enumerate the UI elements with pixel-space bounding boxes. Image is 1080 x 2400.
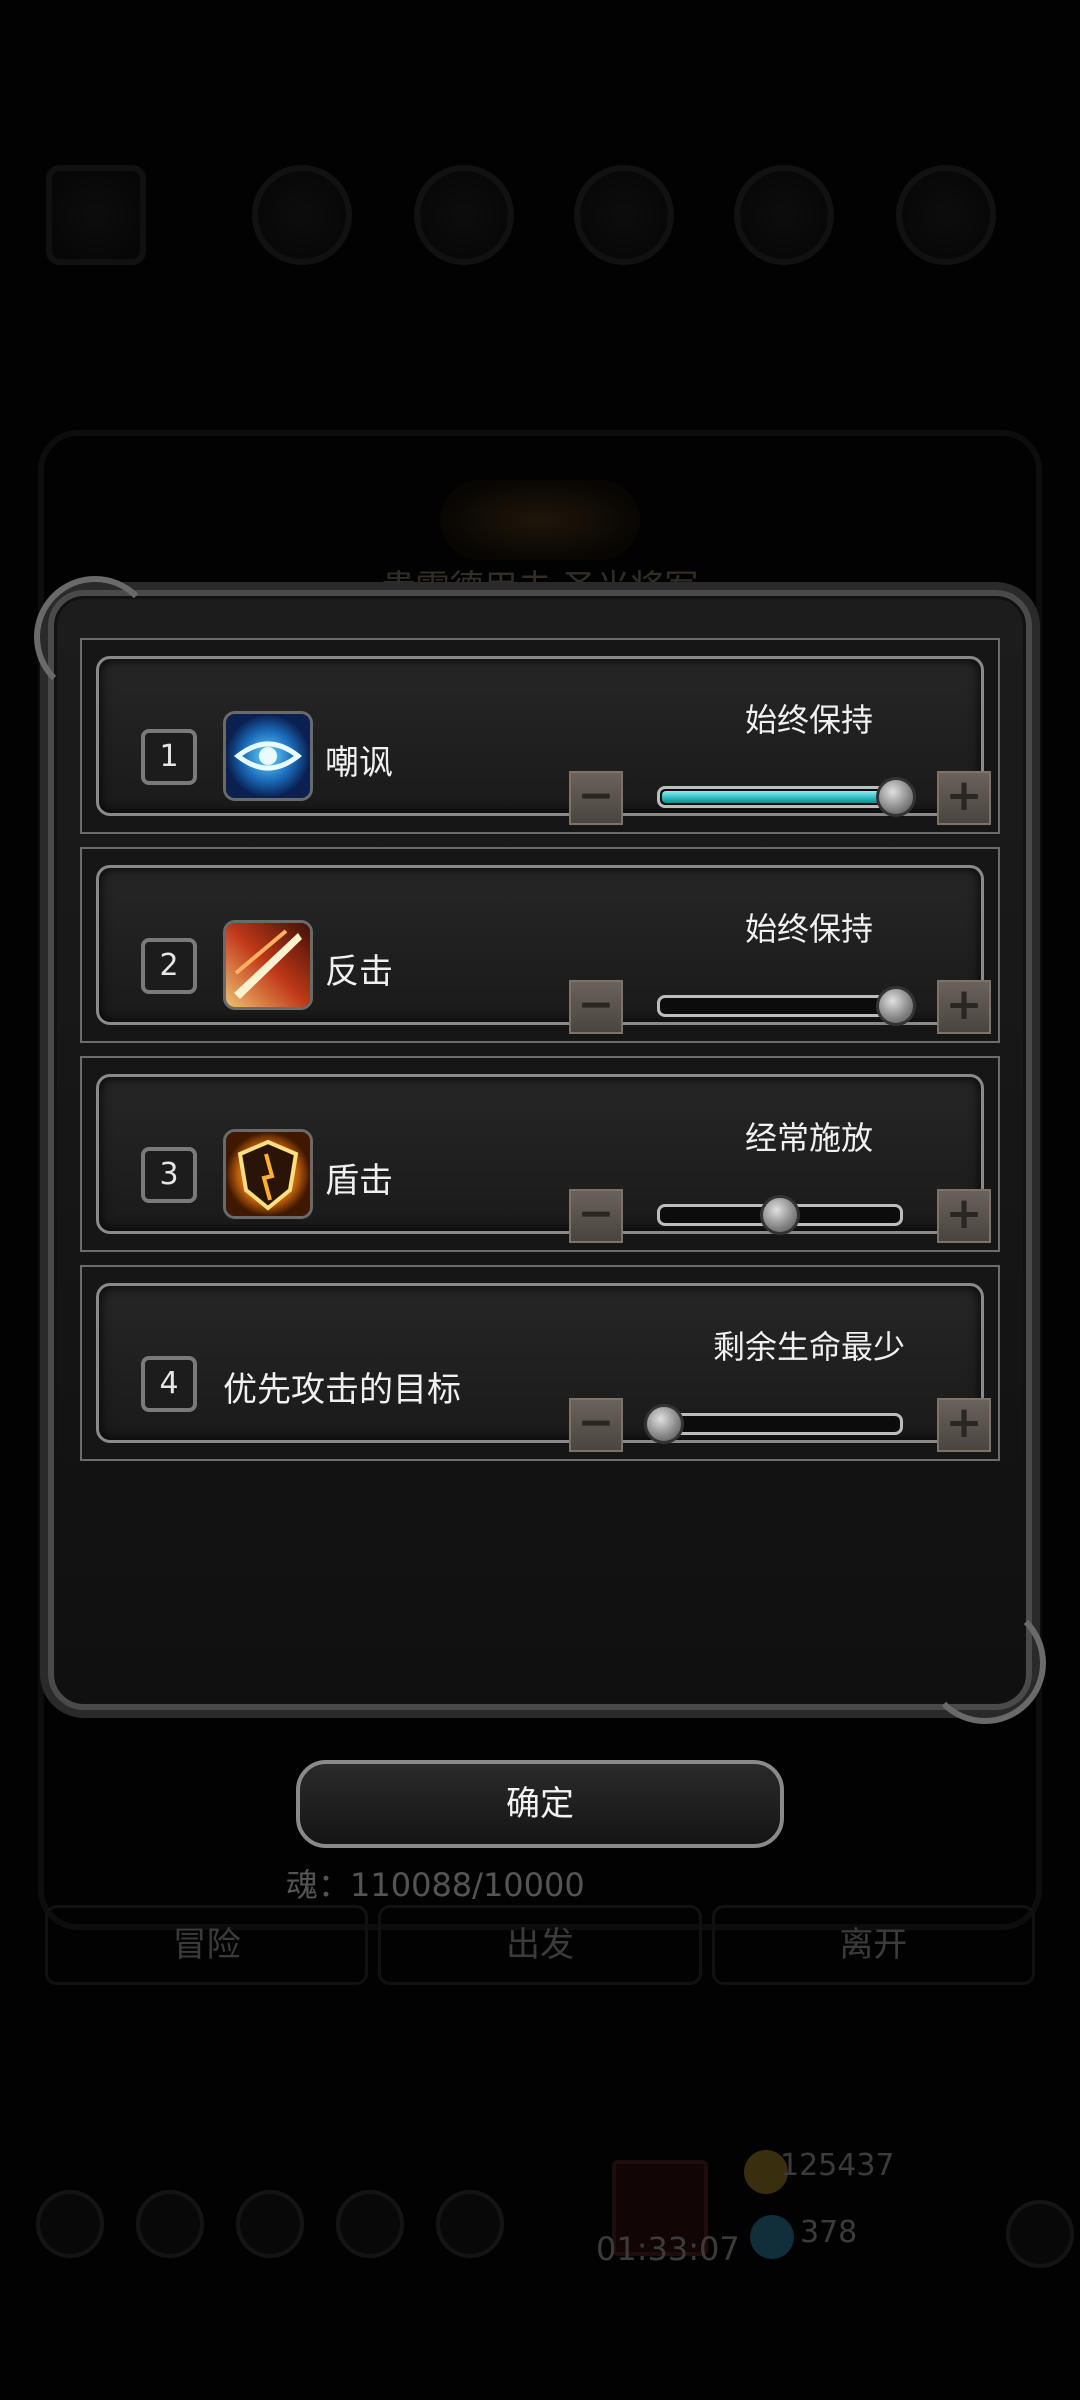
target-priority-label: 优先攻击的目标 [223,1370,461,1410]
cast-mode-label: 始终保持 [744,701,873,739]
target-priority-slider[interactable] [644,1404,903,1444]
skill-row-panel: 3 盾击 经常施放 − + [96,1074,991,1243]
cast-mode-label: 经常施放 [744,1119,873,1157]
background-button-row: 冒险 出发 离开 [45,1905,1035,1985]
skill-row-panel: 4 优先攻击的目标 剩余生命最少 − + [96,1283,991,1452]
skill-row-panel: 1 嘲讽 始终保持 − + [96,656,991,825]
top-tab-icon [574,165,674,265]
slider-knob[interactable] [644,1404,684,1444]
cast-mode-label: 始终保持 [744,910,873,948]
emblem-icon [440,480,640,560]
top-tab-icon [252,165,352,265]
skill-row: 2 反击 始终保持 − + [80,847,1000,1043]
skill-name: 嘲讽 [325,743,393,783]
slider-knob[interactable] [876,986,916,1026]
priority-number: 3 [141,1147,197,1203]
bg-button: 离开 [711,1905,1035,1985]
slash-icon [223,920,313,1010]
priority-number: 2 [141,938,197,994]
cast-frequency-slider[interactable] [657,1195,903,1235]
increase-button[interactable]: + [937,1398,991,1452]
top-tab-icon [414,165,514,265]
slider-fill [662,791,894,803]
decrease-button[interactable]: − [569,771,623,825]
add-currency-icon [1006,2200,1074,2268]
top-tab-icon [46,165,146,265]
gem-amount: 378 [800,2215,858,2250]
decrease-button[interactable]: − [569,1398,623,1452]
skill-row-panel: 2 反击 始终保持 − + [96,865,991,1034]
eye-icon [223,711,313,801]
skill-settings-list: 1 嘲讽 始终保持 − + 2 反击 始终保持 − + 3 盾击 经常施放 − … [80,638,1000,1474]
bottom-menu-icon [336,2190,404,2258]
gift-timer: 01:33:07 [596,2230,740,2268]
target-mode-label: 剩余生命最少 [712,1328,905,1366]
decrease-button[interactable]: − [569,1189,623,1243]
bottom-menu-icon [36,2190,104,2258]
top-tab-icon [896,165,996,265]
shield-icon [223,1129,313,1219]
increase-button[interactable]: + [937,771,991,825]
cast-frequency-slider[interactable] [657,777,916,817]
slider-knob[interactable] [876,777,916,817]
skill-name: 盾击 [325,1161,393,1201]
priority-number: 1 [141,729,197,785]
increase-button[interactable]: + [937,1189,991,1243]
bottom-menu-icon [136,2190,204,2258]
bottom-menu-icon [236,2190,304,2258]
bg-button: 冒险 [45,1905,369,1985]
target-priority-row: 4 优先攻击的目标 剩余生命最少 − + [80,1265,1000,1461]
bottom-menu-icon [436,2190,504,2258]
gold-amount: 125437 [780,2148,895,2183]
skill-row: 3 盾击 经常施放 − + [80,1056,1000,1252]
soul-counter: 魂：110088/10000 [286,1866,585,1904]
top-tab-icon [734,165,834,265]
skill-row: 1 嘲讽 始终保持 − + [80,638,1000,834]
cast-frequency-slider[interactable] [657,986,916,1026]
increase-button[interactable]: + [937,980,991,1034]
priority-number: 4 [141,1356,197,1412]
gem-icon [750,2215,794,2259]
slider-knob[interactable] [760,1195,800,1235]
confirm-button[interactable]: 确定 [296,1760,784,1848]
decrease-button[interactable]: − [569,980,623,1034]
skill-name: 反击 [325,952,393,992]
bg-button: 出发 [378,1905,702,1985]
